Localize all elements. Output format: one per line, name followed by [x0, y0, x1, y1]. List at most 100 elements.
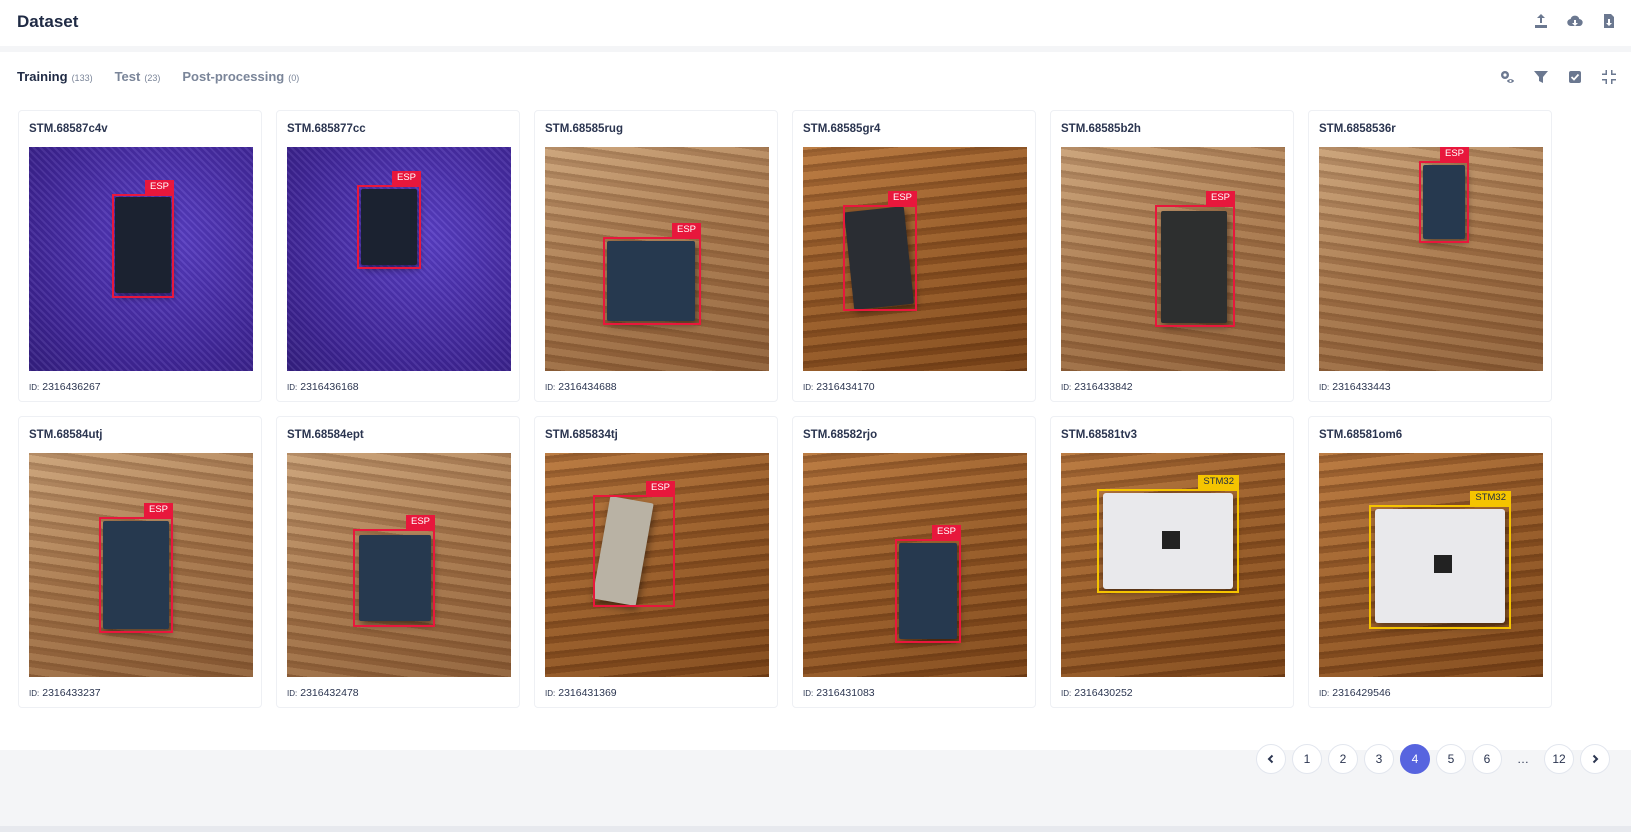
next-page-button[interactable] — [1580, 744, 1610, 774]
sample-image: ESP — [287, 147, 511, 371]
filter-icon[interactable] — [1533, 69, 1549, 85]
sample-card[interactable]: STM.685877cc ESP ID: 2316436168 — [276, 110, 520, 402]
prev-page-button[interactable] — [1256, 744, 1286, 774]
sample-card[interactable]: STM.68584ept ESP ID: 2316432478 — [276, 416, 520, 708]
page-title: Dataset — [17, 12, 79, 31]
select-check-icon[interactable] — [1567, 69, 1583, 85]
bounding-box: ESP — [603, 223, 701, 325]
sample-card[interactable]: STM.685834tj ESP ID: 2316431369 — [534, 416, 778, 708]
tab-label: Test — [114, 69, 141, 84]
sample-card[interactable]: STM.68581tv3 STM32 ID: 2316430252 — [1050, 416, 1294, 708]
box-label: ESP — [1439, 147, 1469, 161]
sample-image: ESP — [29, 453, 253, 677]
sample-id: ID: 2316434170 — [803, 381, 875, 393]
sample-card[interactable]: STM.68582rjo ESP ID: 2316431083 — [792, 416, 1036, 708]
page-button-3[interactable]: 3 — [1364, 744, 1394, 774]
page-ellipsis: … — [1517, 752, 1529, 766]
sample-image: ESP — [545, 453, 769, 677]
page-button-current[interactable]: 4 — [1400, 744, 1430, 774]
box-label: ESP — [1205, 191, 1235, 205]
bounding-box: ESP — [353, 515, 435, 627]
sample-name: STM.6858536r — [1319, 123, 1396, 135]
box-label: ESP — [645, 481, 675, 495]
box-label: ESP — [391, 171, 421, 185]
sample-name: STM.68587c4v — [29, 123, 108, 135]
sample-name: STM.68581om6 — [1319, 429, 1403, 441]
settings-eye-icon[interactable] — [1499, 69, 1515, 85]
sample-card[interactable]: STM.68584utj ESP ID: 2316433237 — [18, 416, 262, 708]
bounding-box: ESP — [843, 191, 917, 311]
sample-image: ESP — [287, 453, 511, 677]
sample-id: ID: 2316433237 — [29, 687, 101, 699]
cloud-download-icon[interactable] — [1567, 13, 1583, 29]
sample-name: STM.685834tj — [545, 429, 618, 441]
page-button-last[interactable]: 12 — [1544, 744, 1574, 774]
collapse-icon[interactable] — [1601, 69, 1617, 85]
bounding-box: ESP — [593, 481, 675, 607]
page-button-5[interactable]: 5 — [1436, 744, 1466, 774]
page-button-6[interactable]: 6 — [1472, 744, 1502, 774]
sample-name: STM.68585gr4 — [803, 123, 881, 135]
chevron-right-icon — [1592, 754, 1599, 764]
box-label: ESP — [887, 191, 917, 205]
sample-id: ID: 2316432478 — [287, 687, 359, 699]
box-label: ESP — [144, 180, 174, 194]
box-label: ESP — [143, 503, 173, 517]
app-header: Dataset — [0, 0, 1631, 46]
pagination: 1 2 3 4 5 6 … 12 — [1256, 744, 1610, 774]
bounding-box: ESP — [895, 525, 961, 643]
sample-id: ID: 2316433842 — [1061, 381, 1133, 393]
tab-label: Training — [17, 69, 68, 84]
sample-image: ESP — [1061, 147, 1285, 371]
upload-icon[interactable] — [1533, 13, 1549, 29]
tab-label: Post-processing — [182, 69, 285, 84]
sample-id: ID: 2316431083 — [803, 687, 875, 699]
sample-image: ESP — [803, 453, 1027, 677]
sample-id: ID: 2316436168 — [287, 381, 359, 393]
sample-name: STM.68585rug — [545, 123, 623, 135]
sample-image: STM32 — [1319, 453, 1543, 677]
header-actions — [1533, 13, 1617, 29]
sample-name: STM.68584ept — [287, 429, 364, 441]
sample-image: ESP — [1319, 147, 1543, 371]
bounding-box: ESP — [357, 171, 421, 269]
sample-name: STM.685877cc — [287, 123, 366, 135]
bounding-box: ESP — [112, 180, 174, 298]
sample-image: ESP — [803, 147, 1027, 371]
grid-tools — [1499, 69, 1617, 85]
sample-id: ID: 2316436267 — [29, 381, 101, 393]
tab-count: (133) — [71, 73, 93, 83]
sample-card[interactable]: STM.68585gr4 ESP ID: 2316434170 — [792, 110, 1036, 402]
sample-card[interactable]: STM.68581om6 STM32 ID: 2316429546 — [1308, 416, 1552, 708]
sample-name: STM.68582rjo — [803, 429, 878, 441]
page-button-1[interactable]: 1 — [1292, 744, 1322, 774]
sample-card[interactable]: STM.68585b2h ESP ID: 2316433842 — [1050, 110, 1294, 402]
bounding-box: ESP — [1419, 147, 1469, 243]
tab-test[interactable]: Test (23) — [115, 69, 161, 84]
sample-image: ESP — [545, 147, 769, 371]
export-file-icon[interactable] — [1601, 13, 1617, 29]
sample-image: ESP — [29, 147, 253, 371]
tab-training[interactable]: Training (133) — [17, 69, 93, 84]
sample-card[interactable]: STM.6858536r ESP ID: 2316433443 — [1308, 110, 1552, 402]
sample-card[interactable]: STM.68585rug ESP ID: 2316434688 — [534, 110, 778, 402]
sample-name: STM.68584utj — [29, 429, 103, 441]
chevron-left-icon — [1267, 754, 1274, 764]
sample-card[interactable]: STM.68587c4v ESP ID: 2316436267 — [18, 110, 262, 402]
bounding-box: ESP — [99, 503, 173, 633]
box-label: STM32 — [1470, 491, 1511, 505]
box-label: STM32 — [1198, 475, 1239, 489]
box-label: ESP — [671, 223, 701, 237]
bounding-box: STM32 — [1097, 475, 1239, 593]
tab-post-processing[interactable]: Post-processing (0) — [182, 69, 299, 84]
image-grid: STM.68587c4v ESP ID: 2316436267 STM.68587… — [18, 110, 1552, 708]
sample-image: STM32 — [1061, 453, 1285, 677]
bottom-divider — [0, 826, 1631, 832]
sample-id: ID: 2316430252 — [1061, 687, 1133, 699]
page-button-2[interactable]: 2 — [1328, 744, 1358, 774]
sample-id: ID: 2316434688 — [545, 381, 617, 393]
dataset-panel: Training (133) Test (23) Post-processing (0… — [0, 52, 1631, 750]
sample-id: ID: 2316431369 — [545, 687, 617, 699]
sample-name: STM.68581tv3 — [1061, 429, 1138, 441]
tab-count: (23) — [144, 73, 161, 83]
